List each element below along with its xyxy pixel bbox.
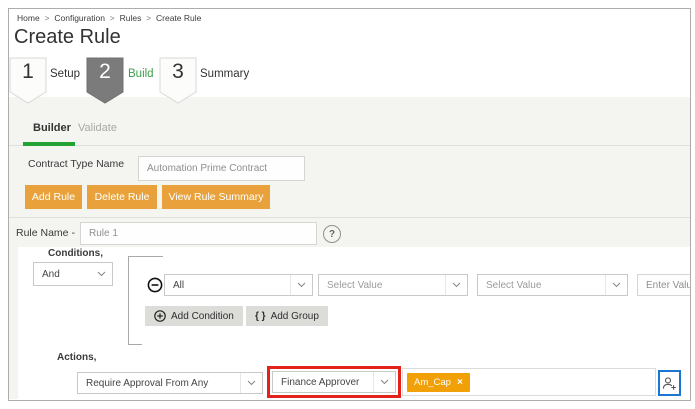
- breadcrumb-separator: >: [146, 13, 151, 23]
- add-condition-label: Add Condition: [171, 310, 234, 322]
- help-icon[interactable]: ?: [323, 225, 341, 243]
- approver-tokens-field[interactable]: Am_Cap ×: [402, 368, 656, 396]
- condition-join-dropdown[interactable]: And: [33, 262, 113, 286]
- rule-name-value: Rule 1: [89, 228, 118, 239]
- breadcrumb-create-rule: Create Rule: [156, 13, 202, 23]
- add-group-label: Add Group: [270, 310, 319, 322]
- add-condition-button[interactable]: Add Condition: [145, 306, 243, 326]
- page-title: Create Rule: [14, 26, 121, 48]
- chevron-down-icon: [240, 373, 262, 393]
- rule-name-label: Rule Name -: [16, 227, 75, 239]
- view-rule-summary-button[interactable]: View Rule Summary: [162, 185, 270, 209]
- condition-field-dropdown[interactable]: All: [164, 274, 313, 296]
- tab-validate[interactable]: Validate: [78, 122, 117, 134]
- approver-dropdown[interactable]: Finance Approver: [272, 371, 396, 393]
- condition-value-input[interactable]: Enter Value: [637, 274, 690, 296]
- step-1-number: 1: [22, 60, 34, 83]
- approver-tag-label: Am_Cap: [414, 377, 451, 388]
- remove-condition-icon[interactable]: [147, 277, 163, 293]
- group-bracket-line: [128, 256, 129, 345]
- step-2-label: Build: [128, 68, 154, 80]
- contract-type-input[interactable]: Automation Prime Contract: [138, 156, 305, 181]
- add-rule-button[interactable]: Add Rule: [25, 185, 82, 209]
- condition-operator-placeholder: Select Value: [327, 279, 383, 291]
- chevron-down-icon: [605, 275, 627, 295]
- chevron-down-icon: [91, 263, 112, 285]
- plus-circle-icon: [154, 310, 166, 322]
- contract-type-value: Automation Prime Contract: [147, 163, 268, 174]
- condition-value-dropdown[interactable]: Select Value: [477, 274, 628, 296]
- condition-value-placeholder: Select Value: [486, 279, 542, 291]
- step-2-badge[interactable]: 2: [86, 57, 124, 105]
- actions-heading: Actions,: [57, 352, 97, 363]
- step-2-number: 2: [99, 60, 111, 83]
- condition-operator-dropdown[interactable]: Select Value: [318, 274, 468, 296]
- condition-join-value: And: [42, 268, 60, 280]
- approval-type-dropdown[interactable]: Require Approval From Any: [77, 372, 263, 394]
- view-rule-summary-label: View Rule Summary: [168, 191, 264, 203]
- approver-value: Finance Approver: [281, 376, 360, 388]
- breadcrumb-home[interactable]: Home: [17, 13, 40, 23]
- delete-rule-label: Delete Rule: [94, 191, 150, 203]
- breadcrumb-separator: >: [44, 13, 50, 23]
- tab-builder[interactable]: Builder: [33, 122, 71, 134]
- condition-value-input-placeholder: Enter Value: [646, 279, 690, 291]
- group-bracket-bottom: [128, 344, 142, 345]
- active-tab-underline: [23, 142, 75, 146]
- add-rule-label: Add Rule: [31, 191, 76, 203]
- breadcrumb-configuration[interactable]: Configuration: [54, 13, 105, 23]
- chevron-down-icon: [290, 275, 312, 295]
- condition-field-value: All: [173, 279, 185, 291]
- braces-icon: { }: [255, 310, 266, 322]
- step-3-number: 3: [172, 60, 184, 83]
- help-icon-glyph: ?: [328, 228, 336, 240]
- add-user-button[interactable]: [658, 370, 681, 396]
- conditions-heading: Conditions,: [48, 248, 103, 259]
- breadcrumb-rules[interactable]: Rules: [120, 13, 142, 23]
- highlight-red-box: Finance Approver: [267, 366, 401, 398]
- chevron-down-icon: [373, 372, 395, 392]
- breadcrumb: Home > Configuration > Rules > Create Ru…: [17, 13, 201, 23]
- rule-divider: [9, 217, 690, 218]
- step-1-badge[interactable]: 1: [9, 57, 47, 105]
- person-plus-icon: [662, 376, 677, 391]
- delete-rule-button[interactable]: Delete Rule: [87, 185, 157, 209]
- rule-builder-card: Conditions, And All Select Value Select …: [18, 247, 690, 399]
- approval-type-value: Require Approval From Any: [86, 377, 209, 389]
- tab-divider: [9, 145, 690, 146]
- group-bracket-top: [128, 256, 163, 257]
- step-3-badge[interactable]: 3: [159, 57, 197, 105]
- chevron-down-icon: [445, 275, 467, 295]
- breadcrumb-separator: >: [109, 13, 115, 23]
- step-3-label: Summary: [200, 68, 250, 80]
- rule-name-input[interactable]: Rule 1: [80, 222, 317, 245]
- step-1-label: Setup: [50, 68, 81, 80]
- add-group-button[interactable]: { } Add Group: [246, 306, 328, 326]
- approver-tag: Am_Cap ×: [407, 373, 470, 392]
- contract-type-label: Contract Type Name: [28, 158, 125, 170]
- create-rule-page: Home > Configuration > Rules > Create Ru…: [0, 0, 695, 409]
- remove-tag-icon[interactable]: ×: [457, 377, 463, 388]
